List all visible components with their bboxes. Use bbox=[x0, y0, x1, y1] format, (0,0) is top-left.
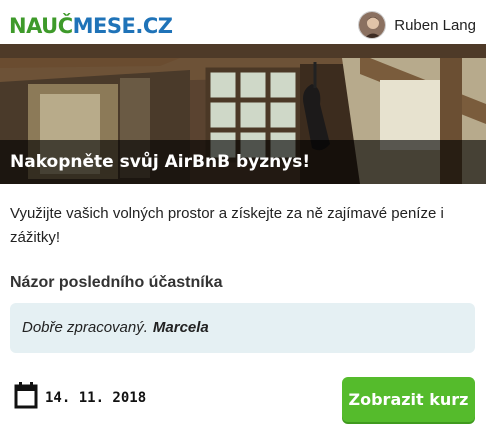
avatar bbox=[358, 11, 387, 39]
date-value: 14. 11. 2018 bbox=[45, 390, 147, 406]
review-author: Marcela bbox=[152, 319, 209, 336]
calendar-icon bbox=[14, 382, 38, 409]
course-date: 14. 11. 2018 bbox=[14, 380, 146, 410]
review-box: Dobře zpracovaný. Marcela bbox=[10, 303, 475, 353]
course-title[interactable]: Nakopněte svůj AirBnB byznys! bbox=[10, 152, 310, 172]
review-text: Dobře zpracovaný. bbox=[22, 319, 148, 336]
user-menu[interactable]: Ruben Lang bbox=[358, 9, 476, 41]
course-description: Využijte vašich volných prostor a získej… bbox=[10, 205, 444, 246]
course-hero-image[interactable]: Nakopněte svůj AirBnB byznys! bbox=[0, 44, 486, 184]
header: NAUČMESE.CZ Ruben Lang bbox=[0, 0, 486, 50]
logo-part-mese: MESE.CZ bbox=[72, 14, 173, 38]
hero-caption: Nakopněte svůj AirBnB byznys! bbox=[0, 140, 486, 184]
logo-part-nauc: NAUČ bbox=[9, 14, 73, 38]
review-heading: Názor posledního účastníka bbox=[10, 274, 223, 291]
review-quote: Dobře zpracovaný. Marcela bbox=[22, 319, 209, 336]
show-course-button[interactable]: Zobrazit kurz bbox=[342, 377, 475, 422]
site-logo[interactable]: NAUČMESE.CZ bbox=[9, 13, 173, 39]
user-name: Ruben Lang bbox=[394, 16, 476, 34]
